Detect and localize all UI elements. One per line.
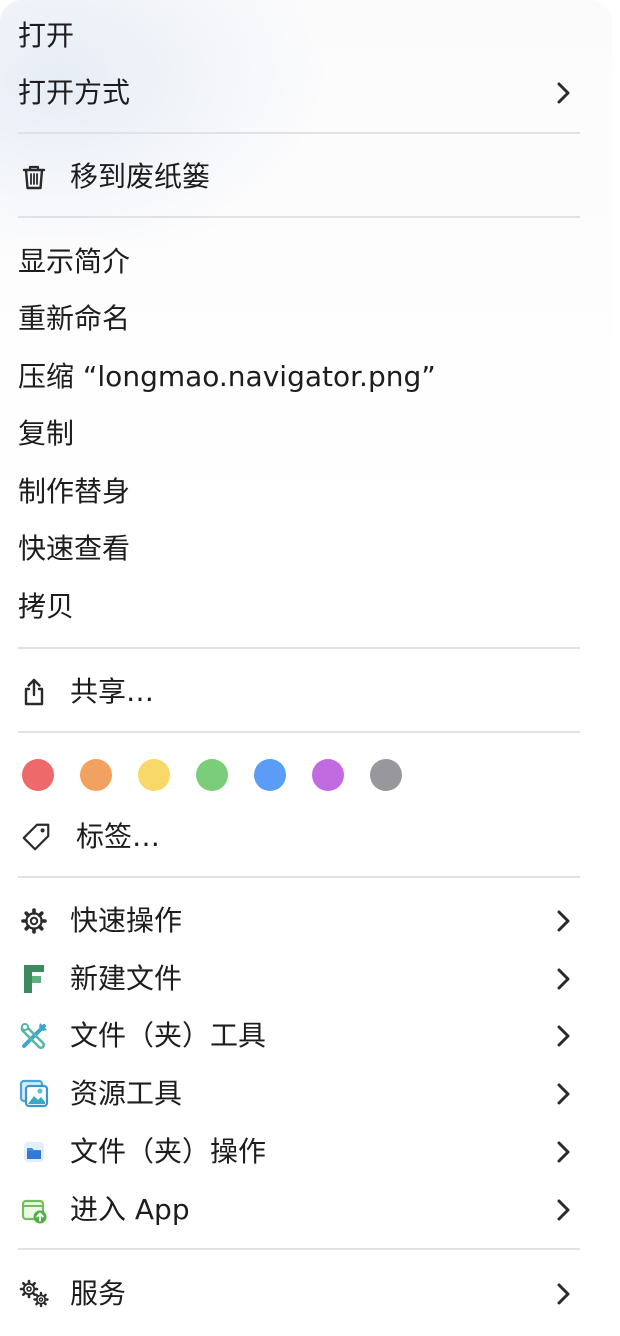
chevron-right-icon (557, 1025, 570, 1047)
menu-item-get-info[interactable]: 显示简介 (0, 238, 600, 286)
menu-item-label: 移到废纸篓 (70, 160, 211, 193)
menu-item-compress[interactable]: 压缩 “longmao.navigator.png” (0, 353, 600, 401)
menu-item-new-file[interactable]: 新建文件 (0, 955, 600, 1003)
menu-item-label: 显示简介 (18, 245, 131, 278)
chevron-right-icon (557, 1199, 570, 1221)
menu-item-quick-look[interactable]: 快速查看 (0, 525, 600, 573)
menu-item-make-alias[interactable]: 制作替身 (0, 468, 600, 516)
menu-item-label: 重新命名 (18, 302, 131, 335)
menu-separator (18, 876, 580, 878)
menu-item-label: 压缩 “longmao.navigator.png” (18, 360, 436, 393)
menu-item-open[interactable]: 打开 (0, 12, 600, 60)
menu-item-share[interactable]: 共享… (0, 668, 600, 716)
menu-item-label: 资源工具 (70, 1077, 183, 1110)
menu-item-open-in-app[interactable]: 进入 App (0, 1186, 600, 1234)
menu-separator (18, 731, 580, 733)
menu-item-copy[interactable]: 拷贝 (0, 583, 600, 631)
menu-item-folder-tools[interactable]: 文件（夹）工具 (0, 1012, 600, 1060)
tag-color-orange[interactable] (80, 759, 112, 791)
menu-separator (18, 216, 580, 218)
tag-icon (20, 821, 52, 853)
chevron-right-icon (557, 1283, 570, 1305)
menu-item-quick-actions[interactable]: 快速操作 (0, 897, 600, 945)
menu-item-folder-actions[interactable]: 文件（夹）操作 (0, 1128, 600, 1176)
tag-color-purple[interactable] (312, 759, 344, 791)
menu-item-tags[interactable]: 标签… (0, 813, 600, 861)
menu-item-rename[interactable]: 重新命名 (0, 295, 600, 343)
menu-item-label: 文件（夹）操作 (70, 1135, 267, 1168)
chevron-right-icon (557, 910, 570, 932)
chevron-right-icon (557, 1141, 570, 1163)
tag-color-blue[interactable] (254, 759, 286, 791)
tag-color-gray[interactable] (370, 759, 402, 791)
share-icon (18, 676, 50, 708)
menu-item-label: 复制 (18, 417, 75, 450)
menu-separator (18, 1248, 580, 1250)
image-icon (18, 1078, 50, 1110)
context-menu: 打开 打开方式 移到废纸篓 显示简介 重新命名 压缩 “longmao.navi… (0, 0, 612, 1330)
tag-color-yellow[interactable] (138, 759, 170, 791)
menu-item-label: 文件（夹）工具 (70, 1019, 267, 1052)
folder-actions-icon (18, 1136, 50, 1168)
menu-separator (18, 132, 580, 134)
new-file-app-icon (18, 963, 50, 995)
menu-item-move-to-trash[interactable]: 移到废纸篓 (0, 153, 600, 201)
menu-item-duplicate[interactable]: 复制 (0, 410, 600, 458)
tag-color-red[interactable] (22, 759, 54, 791)
menu-item-label: 制作替身 (18, 475, 131, 508)
chevron-right-icon (557, 82, 570, 104)
menu-item-label: 快速查看 (18, 532, 131, 565)
menu-item-label: 打开方式 (18, 76, 131, 109)
open-in-app-icon (18, 1194, 50, 1226)
chevron-right-icon (557, 1083, 570, 1105)
menu-item-label: 打开 (18, 19, 75, 52)
menu-item-label: 共享… (70, 675, 155, 708)
menu-item-services[interactable]: 服务 (0, 1270, 600, 1318)
trash-icon (18, 161, 50, 193)
menu-separator (18, 647, 580, 649)
menu-item-label: 标签… (76, 820, 161, 853)
menu-item-label: 进入 App (70, 1193, 190, 1226)
menu-item-open-with[interactable]: 打开方式 (0, 69, 600, 117)
menu-item-label: 快速操作 (70, 904, 183, 937)
gears-icon (18, 1278, 50, 1310)
menu-item-label: 新建文件 (70, 962, 183, 995)
chevron-right-icon (557, 968, 570, 990)
tag-color-green[interactable] (196, 759, 228, 791)
tools-icon (18, 1020, 50, 1052)
menu-item-label: 拷贝 (18, 590, 75, 623)
menu-item-label: 服务 (70, 1277, 127, 1310)
menu-item-resource-tools[interactable]: 资源工具 (0, 1070, 600, 1118)
gear-icon (18, 905, 50, 937)
